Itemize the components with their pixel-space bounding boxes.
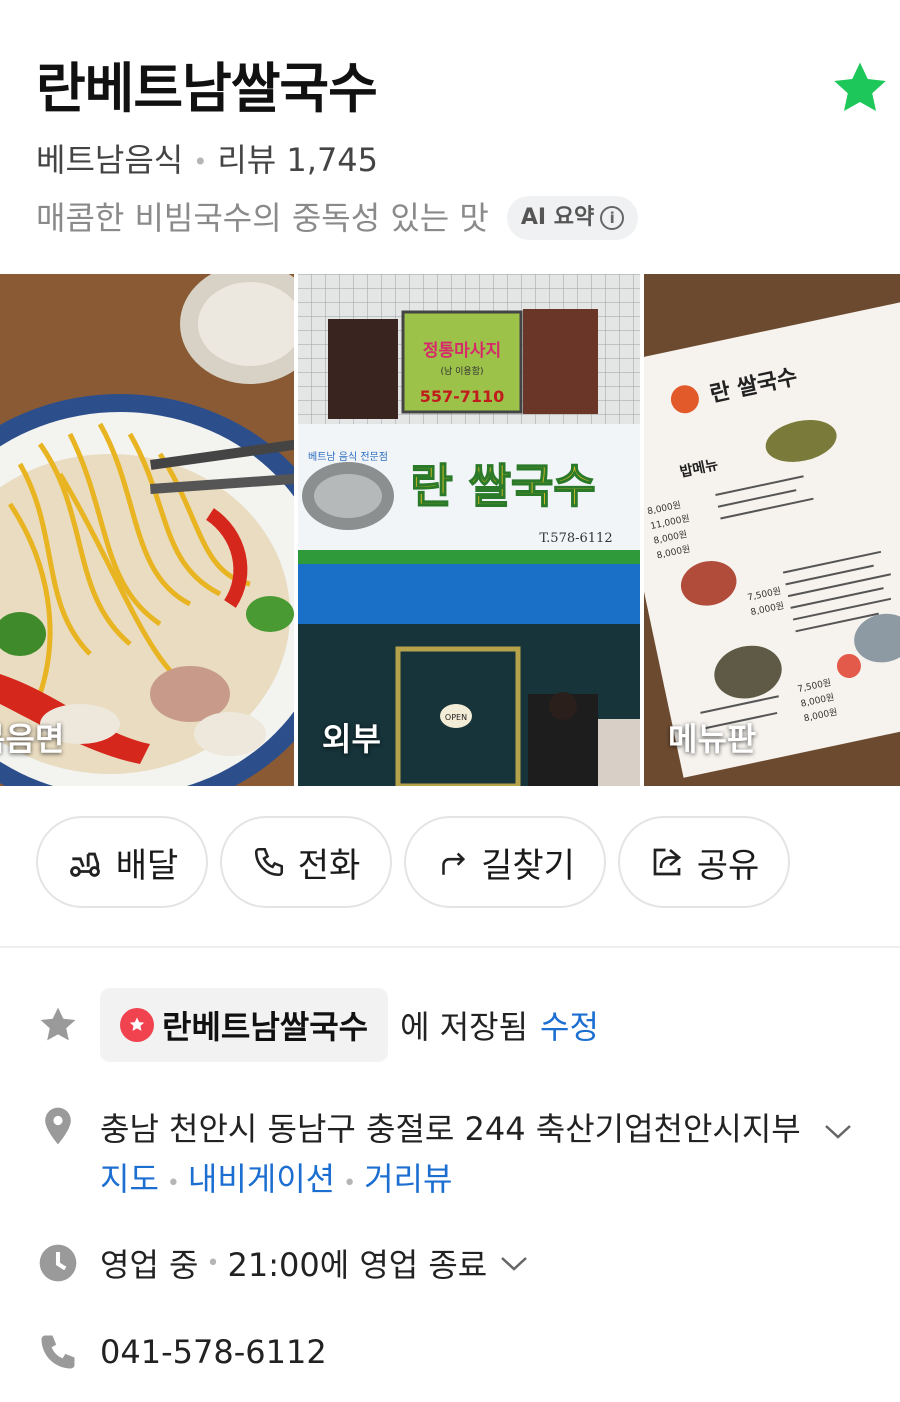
place-header: 란베트남쌀국수	[36, 56, 900, 122]
share-icon	[653, 848, 681, 876]
separator-dot: •	[206, 1250, 220, 1276]
phone-icon	[254, 847, 283, 877]
clock-icon	[39, 1244, 77, 1282]
directions-icon	[442, 852, 466, 875]
street-view-link[interactable]: 거리뷰	[364, 1160, 452, 1198]
delivery-label: 배달	[115, 845, 179, 886]
section-divider	[0, 946, 900, 948]
sign-subtitle: 베트남 음식 전문점	[308, 451, 388, 463]
edit-saved-link[interactable]: 수정	[540, 1002, 599, 1048]
hours-detail: 21:00에 영업 종료	[227, 1246, 488, 1284]
photo-caption: 메뉴판	[668, 720, 757, 758]
photo-caption: 외부	[322, 720, 381, 758]
favorite-star-icon[interactable]	[830, 58, 890, 118]
delivery-scooter-icon	[69, 852, 100, 877]
map-link[interactable]: 지도	[100, 1160, 159, 1198]
location-pin-icon	[45, 1107, 71, 1145]
phone-number[interactable]: 041-578-6112	[100, 1333, 327, 1371]
separator-dot: •	[166, 1171, 180, 1196]
hours-row: 영업 중 • 21:00에 영업 종료	[36, 1240, 900, 1286]
ai-summary-label: AI 요약	[520, 205, 595, 230]
upper-sign-text: 정통마사지	[423, 341, 501, 361]
address-links: 지도 • 내비게이션 • 거리뷰	[100, 1154, 853, 1200]
saved-list-chip[interactable]: 란베트남쌀국수	[100, 988, 389, 1062]
place-title: 란베트남쌀국수	[36, 57, 378, 120]
chevron-down-icon[interactable]	[499, 1253, 529, 1273]
hours-status: 영업 중	[100, 1246, 199, 1284]
directions-button[interactable]: 길찾기	[404, 816, 606, 908]
call-label: 전화	[297, 845, 361, 886]
place-category: 베트남음식	[36, 141, 184, 179]
photo-caption: 볶음면	[0, 720, 65, 758]
store-sign-phone: T.578-6112	[539, 531, 612, 546]
menu-board-image: 란 쌀국수 밥메뉴 8,000원 11,000원 8,000원 8,000원 7…	[644, 274, 900, 786]
noodle-dish-image	[0, 274, 294, 786]
storefront-image: 정통마사지 (남 이용함) 557-7110 베트남 음식 전문점 란 쌀국수 …	[298, 274, 640, 786]
delivery-button[interactable]: 배달	[36, 816, 208, 908]
separator-dot: •	[193, 148, 208, 176]
directions-label: 길찾기	[481, 845, 575, 886]
share-label: 공유	[696, 845, 760, 886]
place-summary: 매콤한 비빔국수의 중독성 있는 맛 AI 요약 i	[36, 196, 639, 240]
address-block: 충남 천안시 동남구 충절로 244 축산기업천안시지부 지도 • 내비게이션 • 거리…	[100, 1104, 853, 1200]
photo-strip: 볶음면 정통마사지 (남 이용함) 557-7110 베트남 음식 전문점 란 …	[0, 274, 900, 786]
review-count-link[interactable]: 리뷰 1,745	[217, 141, 378, 179]
address-text: 충남 천안시 동남구 충절로 244 축산기업천안시지부	[100, 1110, 801, 1148]
ai-summary-chip[interactable]: AI 요약 i	[506, 196, 639, 240]
upper-sign-sub: (남 이용함)	[440, 366, 483, 377]
separator-dot: •	[343, 1171, 357, 1196]
saved-suffix: 에 저장됨	[400, 1008, 529, 1046]
place-meta: 베트남음식 • 리뷰 1,745	[36, 138, 378, 184]
navigation-link[interactable]: 내비게이션	[188, 1160, 335, 1198]
phone-row: 041-578-6112	[36, 1330, 900, 1374]
phone-icon	[41, 1335, 75, 1369]
chevron-down-icon[interactable]	[823, 1121, 853, 1141]
star-icon	[40, 1007, 76, 1041]
photo-menu-board[interactable]: 란 쌀국수 밥메뉴 8,000원 11,000원 8,000원 8,000원 7…	[644, 274, 900, 786]
photo-exterior[interactable]: 정통마사지 (남 이용함) 557-7110 베트남 음식 전문점 란 쌀국수 …	[298, 274, 640, 786]
address-row: 충남 천안시 동남구 충절로 244 축산기업천안시지부 지도 • 내비게이션 • 거리…	[36, 1104, 900, 1200]
upper-sign-phone: 557-7110	[420, 387, 505, 406]
store-sign-text: 란 쌀국수	[410, 459, 595, 513]
info-icon: i	[600, 206, 625, 230]
address-line: 충남 천안시 동남구 충절로 244 축산기업천안시지부	[100, 1104, 853, 1150]
summary-text: 매콤한 비빔국수의 중독성 있는 맛	[36, 199, 489, 237]
saved-marker-icon	[120, 1008, 154, 1042]
call-button[interactable]: 전화	[220, 816, 392, 908]
saved-list-name: 란베트남쌀국수	[162, 1008, 369, 1046]
door-sign-text: OPEN	[445, 713, 467, 722]
photo-stir-fried-noodles[interactable]: 볶음면	[0, 274, 294, 786]
action-bar: 배달 전화 길찾기 공유	[36, 816, 790, 908]
share-button[interactable]: 공유	[618, 816, 790, 908]
saved-row: 란베트남쌀국수 에 저장됨 수정	[36, 988, 900, 1062]
